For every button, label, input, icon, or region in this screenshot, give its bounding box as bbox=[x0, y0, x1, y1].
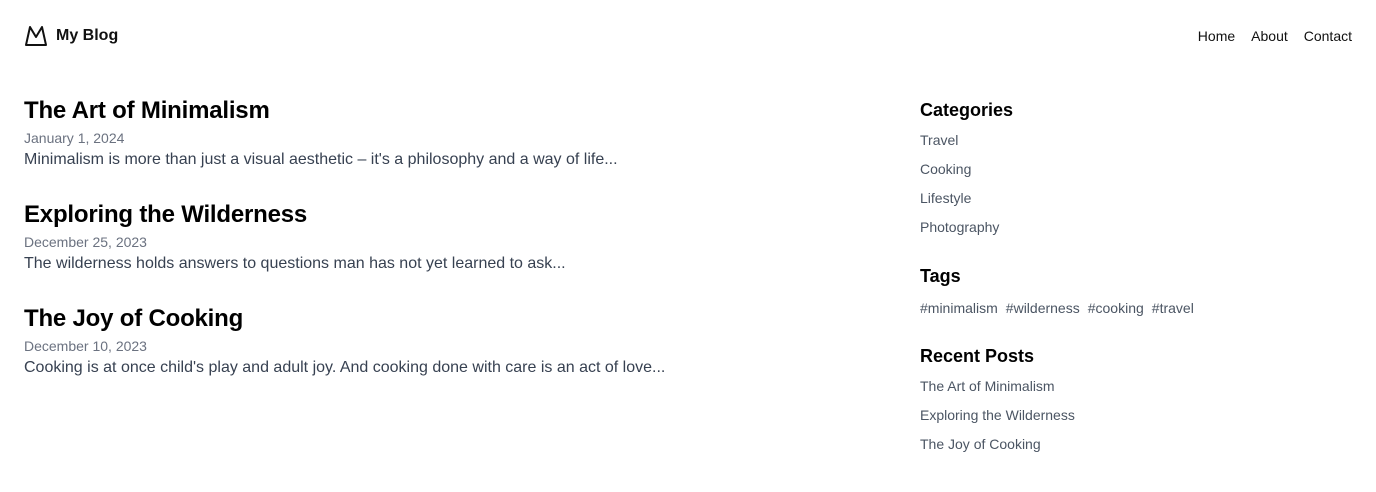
sidebar: Categories Travel Cooking Lifestyle Phot… bbox=[920, 98, 1352, 481]
recent-post-link[interactable]: Exploring the Wilderness bbox=[920, 407, 1075, 423]
brand-link[interactable]: My Blog bbox=[24, 24, 118, 48]
category-link-travel[interactable]: Travel bbox=[920, 132, 958, 148]
category-link-photography[interactable]: Photography bbox=[920, 219, 999, 235]
category-item: Lifestyle bbox=[920, 188, 1352, 209]
nav-contact-link[interactable]: Contact bbox=[1304, 26, 1352, 46]
category-item: Cooking bbox=[920, 159, 1352, 180]
post-date: December 10, 2023 bbox=[24, 338, 147, 354]
category-link-cooking[interactable]: Cooking bbox=[920, 161, 971, 177]
recent-post-item: The Joy of Cooking bbox=[920, 434, 1352, 455]
post-list: The Art of Minimalism January 1, 2024 Mi… bbox=[24, 96, 884, 408]
post-title-link[interactable]: Exploring the Wilderness bbox=[24, 200, 884, 230]
main-nav: Home About Contact bbox=[1198, 26, 1352, 46]
nav-home-link[interactable]: Home bbox=[1198, 26, 1235, 46]
categories-widget: Categories Travel Cooking Lifestyle Phot… bbox=[920, 98, 1352, 238]
post-item: The Joy of Cooking December 10, 2023 Coo… bbox=[24, 304, 884, 380]
tags-heading: Tags bbox=[920, 266, 961, 286]
tag-list: #minimalism #wilderness #cooking #travel bbox=[920, 298, 1352, 318]
category-link-lifestyle[interactable]: Lifestyle bbox=[920, 190, 971, 206]
recent-posts-heading: Recent Posts bbox=[920, 346, 1035, 366]
categories-heading: Categories bbox=[920, 100, 1014, 120]
post-excerpt: Cooking is at once child's play and adul… bbox=[24, 359, 666, 376]
post-date: December 25, 2023 bbox=[24, 234, 147, 250]
site-header: My Blog Home About Contact bbox=[0, 0, 1376, 72]
nav-about-link[interactable]: About bbox=[1251, 26, 1288, 46]
recent-post-item: Exploring the Wilderness bbox=[920, 405, 1352, 426]
post-item: Exploring the Wilderness December 25, 20… bbox=[24, 200, 884, 276]
post-date: January 1, 2024 bbox=[24, 130, 125, 146]
categories-list: Travel Cooking Lifestyle Photography bbox=[920, 130, 1352, 238]
brand-name: My Blog bbox=[56, 27, 119, 44]
recent-post-item: The Art of Minimalism bbox=[920, 376, 1352, 397]
recent-post-link[interactable]: The Joy of Cooking bbox=[920, 436, 1041, 452]
tag-link-travel[interactable]: #travel bbox=[1152, 298, 1194, 318]
tag-link-cooking[interactable]: #cooking bbox=[1088, 298, 1144, 318]
mountain-icon bbox=[24, 24, 48, 48]
post-excerpt: Minimalism is more than just a visual ae… bbox=[24, 151, 618, 168]
tags-widget: Tags #minimalism #wilderness #cooking #t… bbox=[920, 264, 1352, 318]
tag-link-minimalism[interactable]: #minimalism bbox=[920, 298, 998, 318]
post-item: The Art of Minimalism January 1, 2024 Mi… bbox=[24, 96, 884, 172]
recent-posts-list: The Art of Minimalism Exploring the Wild… bbox=[920, 376, 1352, 455]
recent-posts-widget: Recent Posts The Art of Minimalism Explo… bbox=[920, 344, 1352, 455]
category-item: Travel bbox=[920, 130, 1352, 151]
tag-link-wilderness[interactable]: #wilderness bbox=[1006, 298, 1080, 318]
post-title-link[interactable]: The Joy of Cooking bbox=[24, 304, 884, 334]
post-title-link[interactable]: The Art of Minimalism bbox=[24, 96, 884, 126]
post-excerpt: The wilderness holds answers to question… bbox=[24, 255, 566, 272]
recent-post-link[interactable]: The Art of Minimalism bbox=[920, 378, 1055, 394]
category-item: Photography bbox=[920, 217, 1352, 238]
